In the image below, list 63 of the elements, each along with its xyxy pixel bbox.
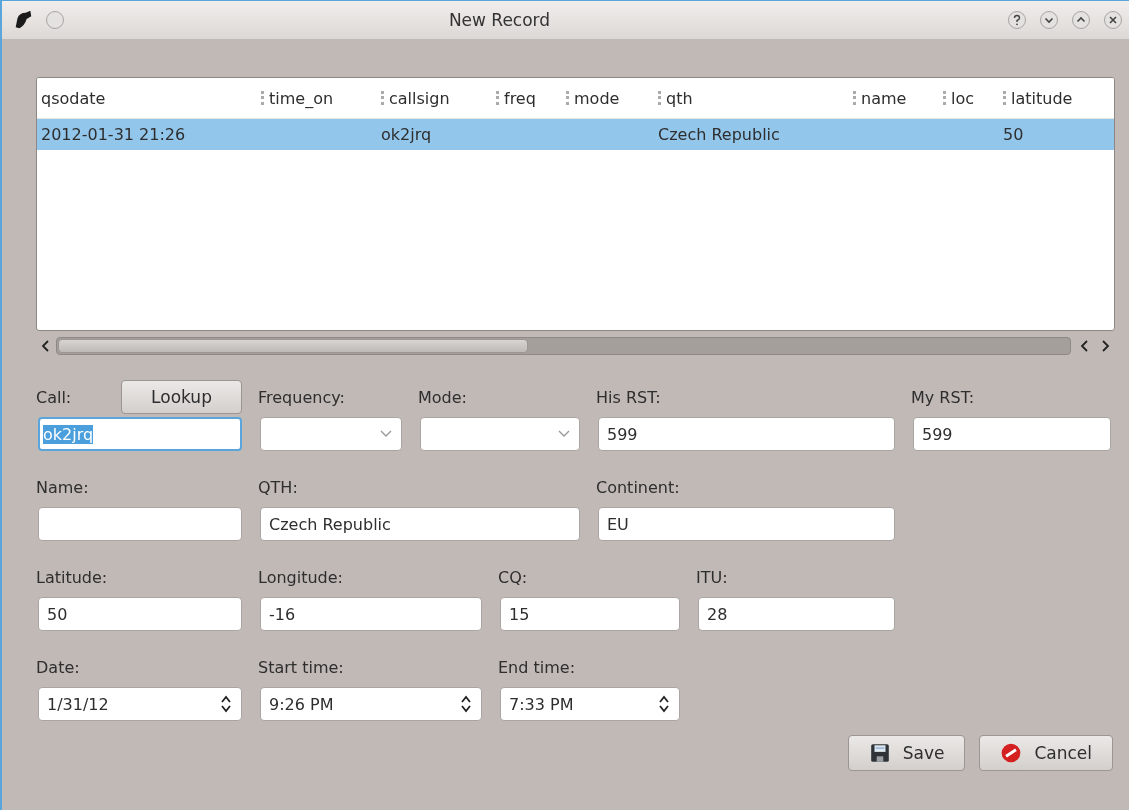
chevron-down-icon: [379, 429, 393, 439]
field-label: My RST:: [911, 387, 975, 407]
field-label: Name:: [36, 477, 89, 497]
no-entry-icon: [1000, 742, 1023, 764]
column-header[interactable]: latitude: [1011, 88, 1073, 108]
column-header[interactable]: qsodate: [41, 88, 106, 108]
input-field[interactable]: 599: [598, 417, 895, 451]
field-label: Longitude:: [258, 567, 343, 587]
help-icon[interactable]: [1007, 10, 1027, 30]
field-label: Call:: [36, 387, 72, 407]
field-label: Frequency:: [258, 387, 345, 407]
spin-field[interactable]: 1/31/12: [38, 687, 242, 721]
input-field[interactable]: EU: [598, 507, 895, 541]
scrollbar-track[interactable]: [56, 337, 1071, 355]
spin-field[interactable]: 9:26 PM: [260, 687, 482, 721]
table-cell: 50: [1003, 125, 1024, 144]
column-header[interactable]: callsign: [389, 88, 450, 108]
input-field[interactable]: Czech Republic: [260, 507, 580, 541]
column-header[interactable]: time_on: [269, 88, 334, 108]
minimize-icon[interactable]: [1039, 10, 1059, 30]
field-label: CQ:: [498, 567, 528, 587]
cancel-button[interactable]: Cancel: [979, 735, 1113, 771]
scrollbar-thumb[interactable]: [58, 339, 528, 353]
field-label: ITU:: [696, 567, 728, 587]
column-header[interactable]: qth: [666, 88, 693, 108]
dropdown-field[interactable]: [420, 417, 580, 451]
up-down-arrows-icon: [459, 694, 473, 714]
input-field[interactable]: 28: [698, 597, 895, 631]
input-field[interactable]: 15: [500, 597, 680, 631]
field-label: Latitude:: [36, 567, 108, 587]
table-cell: 2012-01-31 21:26: [41, 125, 186, 144]
save-button[interactable]: Save: [847, 735, 966, 771]
field-label: End time:: [498, 657, 576, 677]
input-field[interactable]: 599: [913, 417, 1111, 451]
window-title: New Record: [447, 10, 552, 30]
scroll-left-icon[interactable]: [1079, 338, 1091, 354]
spin-field[interactable]: 7:33 PM: [500, 687, 680, 721]
column-header[interactable]: loc: [951, 88, 975, 108]
up-down-arrows-icon: [657, 694, 671, 714]
maximize-icon[interactable]: [1071, 10, 1091, 30]
field-label: Mode:: [418, 387, 467, 407]
column-header[interactable]: name: [861, 88, 907, 108]
dropdown-field[interactable]: [260, 417, 402, 451]
table-row[interactable]: 2012-01-31 21:26 ok2jrq Czech Republic 50: [37, 119, 1114, 150]
column-header[interactable]: freq: [504, 88, 536, 108]
up-down-arrows-icon: [219, 694, 233, 714]
window-menu-button[interactable]: [46, 11, 64, 29]
field-label: QTH:: [258, 477, 298, 497]
close-icon[interactable]: [1103, 10, 1123, 30]
table-cell: ok2jrq: [381, 125, 432, 144]
input-field[interactable]: -16: [260, 597, 482, 631]
input-field[interactable]: 50: [38, 597, 242, 631]
field-label: Continent:: [596, 477, 680, 497]
scroll-left-icon[interactable]: [40, 338, 52, 354]
column-header[interactable]: mode: [574, 88, 620, 108]
lookup-button[interactable]: Lookup: [121, 380, 242, 414]
scroll-right-icon[interactable]: [1099, 338, 1111, 354]
field-label: His RST:: [596, 387, 661, 407]
chevron-down-icon: [557, 429, 571, 439]
field-label: Start time:: [258, 657, 344, 677]
field-label: Date:: [36, 657, 80, 677]
table-cell: Czech Republic: [658, 125, 780, 144]
input-field[interactable]: [38, 507, 242, 541]
